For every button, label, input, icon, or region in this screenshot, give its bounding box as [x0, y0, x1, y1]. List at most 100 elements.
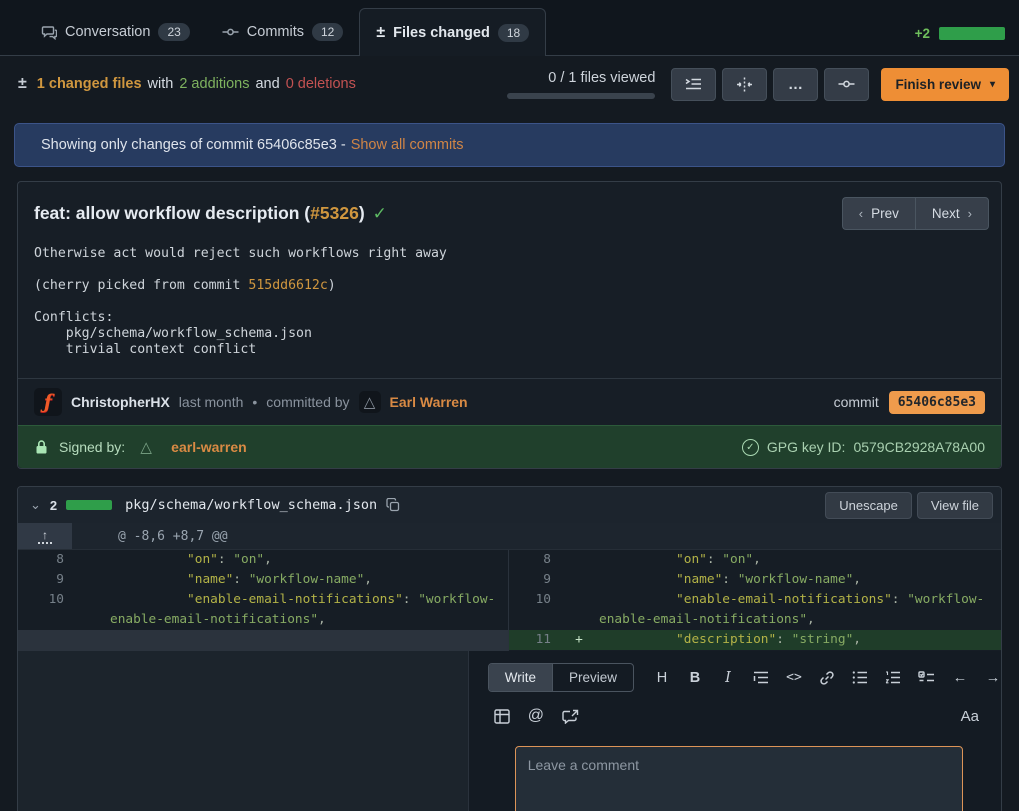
- comment-textarea[interactable]: [515, 746, 963, 811]
- line-number[interactable]: 8: [18, 550, 76, 570]
- arrow-left-icon[interactable]: ←: [952, 668, 968, 688]
- expand-up-icon: ↑: [38, 529, 52, 544]
- cherry-pick-commit-link[interactable]: 515dd6612c: [248, 278, 327, 293]
- code-segment: ,: [853, 632, 861, 647]
- line-number[interactable]: 10: [509, 590, 559, 630]
- code-segment: "workflow-name": [249, 572, 365, 587]
- commit-sha-badge[interactable]: 65406c85e3: [889, 391, 985, 414]
- finish-review-button[interactable]: Finish review ▾: [881, 68, 1009, 101]
- code-segment: [599, 592, 676, 607]
- diff-row[interactable]: 9 "name": "workflow-name",: [509, 570, 1001, 590]
- chevron-down-icon[interactable]: ⌄: [30, 497, 41, 513]
- expand-up-button[interactable]: ↑: [18, 523, 72, 549]
- line-number[interactable]: 11: [509, 630, 559, 650]
- diff-row[interactable]: 10 "enable-email-notifications": "workfl…: [509, 590, 1001, 630]
- code-segment: "name": [187, 572, 233, 587]
- code-segment: "on": [187, 552, 218, 567]
- diff-row[interactable]: 11+ "description": "string",: [509, 630, 1001, 650]
- tab-conversation[interactable]: Conversation 23: [25, 9, 206, 55]
- pr-reference-link[interactable]: #5326: [310, 203, 359, 223]
- preview-tab[interactable]: Preview: [552, 664, 633, 691]
- line-number[interactable]: 9: [18, 570, 76, 590]
- ordered-list-icon[interactable]: [885, 668, 901, 688]
- code-segment: :: [722, 572, 737, 587]
- code-segment: :: [403, 592, 418, 607]
- unordered-list-icon[interactable]: [852, 668, 868, 688]
- diffstat-row: ± 1 changed files with 2 additions and 0…: [0, 56, 1019, 112]
- code-segment: "workflow-name": [738, 572, 854, 587]
- line-number[interactable]: 10: [18, 590, 76, 630]
- chevron-right-icon: ›: [968, 206, 972, 221]
- view-file-button[interactable]: View file: [917, 492, 993, 519]
- code-line: "name": "workflow-name",: [599, 570, 1001, 590]
- files-viewed-bar: [507, 93, 655, 99]
- font-size-icon[interactable]: Aa: [961, 706, 979, 726]
- link-icon[interactable]: [819, 668, 835, 688]
- code-line: "name": "workflow-name",: [110, 570, 508, 590]
- committer-name-link[interactable]: Earl Warren: [390, 394, 468, 410]
- diff-row[interactable]: 8 "on": "on",: [18, 550, 508, 570]
- tab-label: Conversation: [65, 24, 150, 40]
- file-additions-bar: [66, 500, 112, 510]
- write-tab[interactable]: Write: [489, 664, 552, 691]
- and-text: and: [255, 76, 279, 92]
- code-segment: ,: [318, 612, 326, 627]
- commit-body-line: (cherry picked from commit 515dd6612c): [34, 278, 985, 294]
- more-options-button[interactable]: …: [773, 68, 818, 101]
- plus-minus-icon: ±: [18, 75, 27, 93]
- pr-tab-bar: Conversation 23 Commits 12 ± Files chang…: [0, 0, 1019, 56]
- next-commit-button[interactable]: Next ›: [915, 197, 989, 230]
- signer-link[interactable]: earl-warren: [171, 439, 246, 455]
- hunk-header: ↑ @ -8,6 +8,7 @@: [18, 523, 1001, 550]
- quote-icon[interactable]: [753, 668, 769, 688]
- reference-icon[interactable]: [562, 706, 579, 726]
- code-segment: "string": [792, 632, 854, 647]
- tab-label: Commits: [247, 24, 304, 40]
- task-list-icon[interactable]: [918, 668, 935, 688]
- files-viewed-label: 0 / 1 files viewed: [548, 70, 655, 86]
- arrow-right-icon[interactable]: →: [985, 668, 1001, 688]
- heading-icon[interactable]: H: [654, 668, 670, 688]
- code-line: "enable-email-notifications": "workflow-…: [599, 590, 1001, 630]
- line-number[interactable]: 9: [509, 570, 559, 590]
- bold-icon[interactable]: B: [687, 668, 703, 688]
- dot-separator: •: [252, 394, 257, 410]
- additions-text: 2 additions: [179, 76, 249, 92]
- tab-commits[interactable]: Commits 12: [206, 9, 360, 55]
- tab-label: Files changed: [393, 25, 490, 41]
- author-name-link[interactable]: ChristopherHX: [71, 394, 170, 410]
- success-check-icon: ✓: [373, 204, 387, 224]
- diff-sign: [76, 590, 110, 630]
- code-icon[interactable]: <>: [786, 668, 802, 688]
- signer-avatar[interactable]: △: [135, 436, 157, 458]
- diff-row[interactable]: 8 "on": "on",: [509, 550, 1001, 570]
- italic-icon[interactable]: I: [720, 668, 736, 688]
- table-icon[interactable]: [494, 706, 510, 726]
- commit-select-button[interactable]: [824, 68, 869, 101]
- committer-avatar[interactable]: △: [359, 391, 381, 413]
- diff-row[interactable]: 9 "name": "workflow-name",: [18, 570, 508, 590]
- copy-icon[interactable]: [386, 498, 400, 512]
- diff-row[interactable]: [18, 630, 508, 651]
- cherry-pick-close: ): [328, 278, 336, 293]
- mention-icon[interactable]: @: [528, 706, 544, 726]
- code-segment: "enable-email-notifications": [676, 592, 892, 607]
- code-segment: "enable-email-notifications": [187, 592, 403, 607]
- inline-comment-row: Write Preview H B I <>: [18, 651, 1001, 811]
- prev-commit-button[interactable]: ‹ Prev: [842, 197, 915, 230]
- code-segment: "on": [722, 552, 753, 567]
- committed-by-label: committed by: [266, 394, 349, 410]
- line-number[interactable]: 8: [509, 550, 559, 570]
- diff-view-toggle-button[interactable]: [722, 68, 767, 101]
- code-segment: :: [892, 592, 907, 607]
- show-all-commits-link[interactable]: Show all commits: [351, 137, 464, 153]
- diff-row[interactable]: 10 "enable-email-notifications": "workfl…: [18, 590, 508, 630]
- author-avatar[interactable]: ƒ: [34, 388, 62, 416]
- additions-bar: [939, 27, 1005, 40]
- code-segment: [599, 552, 676, 567]
- whitespace-options-button[interactable]: [671, 68, 716, 101]
- signed-row: Signed by: △ earl-warren ✓ GPG key ID: 0…: [18, 425, 1001, 468]
- unescape-button[interactable]: Unescape: [825, 492, 912, 519]
- tab-files-changed[interactable]: ± Files changed 18: [359, 8, 546, 56]
- code-segment: :: [776, 632, 791, 647]
